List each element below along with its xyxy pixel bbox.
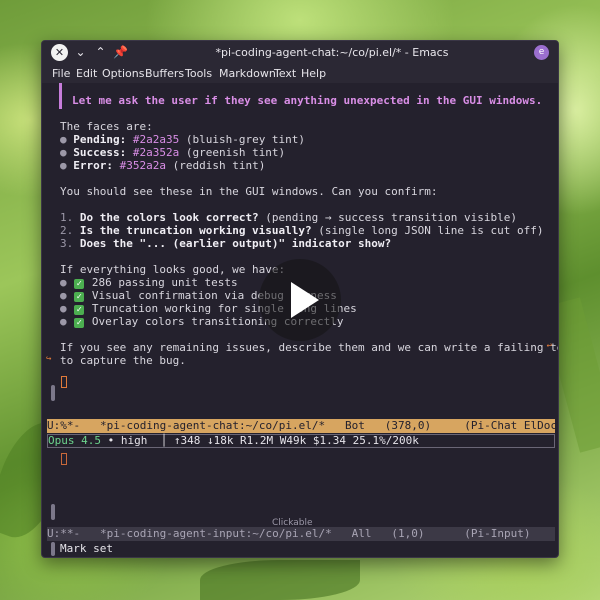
menu-edit[interactable]: Edit (76, 64, 97, 83)
mode-line-chat[interactable]: U:%*- *pi-coding-agent-chat:~/co/pi.el/*… (47, 419, 558, 433)
menu-bar: File Edit Options Buffers Tools Markdown… (42, 64, 558, 83)
scrollbar-thumb[interactable] (51, 385, 55, 401)
chat-buffer[interactable]: Let me ask the user if they see anything… (42, 83, 558, 417)
question-1: 1. Do the colors look correct? (pending … (60, 211, 517, 224)
video-play-button[interactable] (259, 259, 341, 341)
input-cursor (61, 453, 67, 465)
thinking-level[interactable]: • high (101, 434, 148, 447)
faces-header: The faces are: (60, 120, 153, 133)
good-header: If everything looks good, we have: (60, 263, 286, 276)
wrap-arrow-icon: ↪ (46, 354, 52, 364)
menu-help[interactable]: Help (301, 64, 326, 83)
input-scrollbar-thumb[interactable] (51, 504, 55, 520)
close-icon[interactable]: ✕ (51, 44, 68, 61)
menu-tools[interactable]: Tools (185, 64, 212, 83)
pin-icon[interactable]: 📌 (112, 44, 129, 61)
check-icon: ✓ (74, 292, 85, 302)
background-leaf (200, 560, 360, 600)
usage-stats: │ ↑348 ↓18k R1.2M W49k $1.34 25.1%/200k (147, 434, 419, 447)
face-success: ● Success: #2a352a (greenish tint) (60, 146, 286, 159)
echo-scrollbar-thumb (51, 542, 55, 556)
question-3: 3. Does the "... (earlier output)" indic… (60, 237, 392, 250)
menu-options[interactable]: Options (102, 64, 144, 83)
check-icon: ✓ (74, 318, 85, 328)
closing-line-1: If you see any remaining issues, describ… (60, 341, 559, 354)
blockquote-bar (59, 83, 62, 109)
check-icon: ✓ (74, 279, 85, 289)
menu-file[interactable]: File (52, 64, 70, 83)
chat-intro: Let me ask the user if they see anything… (72, 94, 543, 107)
title-bar: ✕ ⌄ ⌃ 📌 *pi-coding-agent-chat:~/co/pi.el… (42, 41, 558, 64)
emacs-icon: e (534, 45, 549, 60)
confirm-text: You should see these in the GUI windows.… (60, 185, 438, 198)
wrap-arrow-icon: ↩ (546, 341, 552, 351)
maximize-icon[interactable]: ⌃ (92, 44, 109, 61)
echo-area: Mark set (42, 541, 558, 557)
menu-buffers[interactable]: Buffers (145, 64, 184, 83)
model-name[interactable]: Opus 4.5 (48, 434, 101, 447)
check-icon: ✓ (74, 305, 85, 315)
face-pending: ● Pending: #2a2a35 (bluish-grey tint) (60, 133, 306, 146)
closing-line-2: to capture the bug. (60, 354, 186, 367)
window-title: *pi-coding-agent-chat:~/co/pi.el/* - Ema… (215, 46, 449, 59)
cursor (61, 376, 67, 388)
check-item: ● ✓ 286 passing unit tests (60, 276, 238, 289)
menu-markdown[interactable]: Markdown (219, 64, 276, 83)
input-buffer[interactable] (42, 449, 558, 526)
echo-message: Mark set (60, 542, 113, 555)
status-header-line: Opus 4.5 • high │ ↑348 ↓18k R1.2M W49k $… (47, 434, 555, 448)
play-icon (291, 282, 319, 318)
mode-line-input[interactable]: U:**- *pi-coding-agent-input:~/co/pi.el/… (47, 527, 555, 541)
question-2: 2. Is the truncation working visually? (… (60, 224, 544, 237)
face-error: ● Error: #352a2a (reddish tint) (60, 159, 266, 172)
minimize-icon[interactable]: ⌄ (72, 44, 89, 61)
menu-text[interactable]: Text (274, 64, 296, 83)
